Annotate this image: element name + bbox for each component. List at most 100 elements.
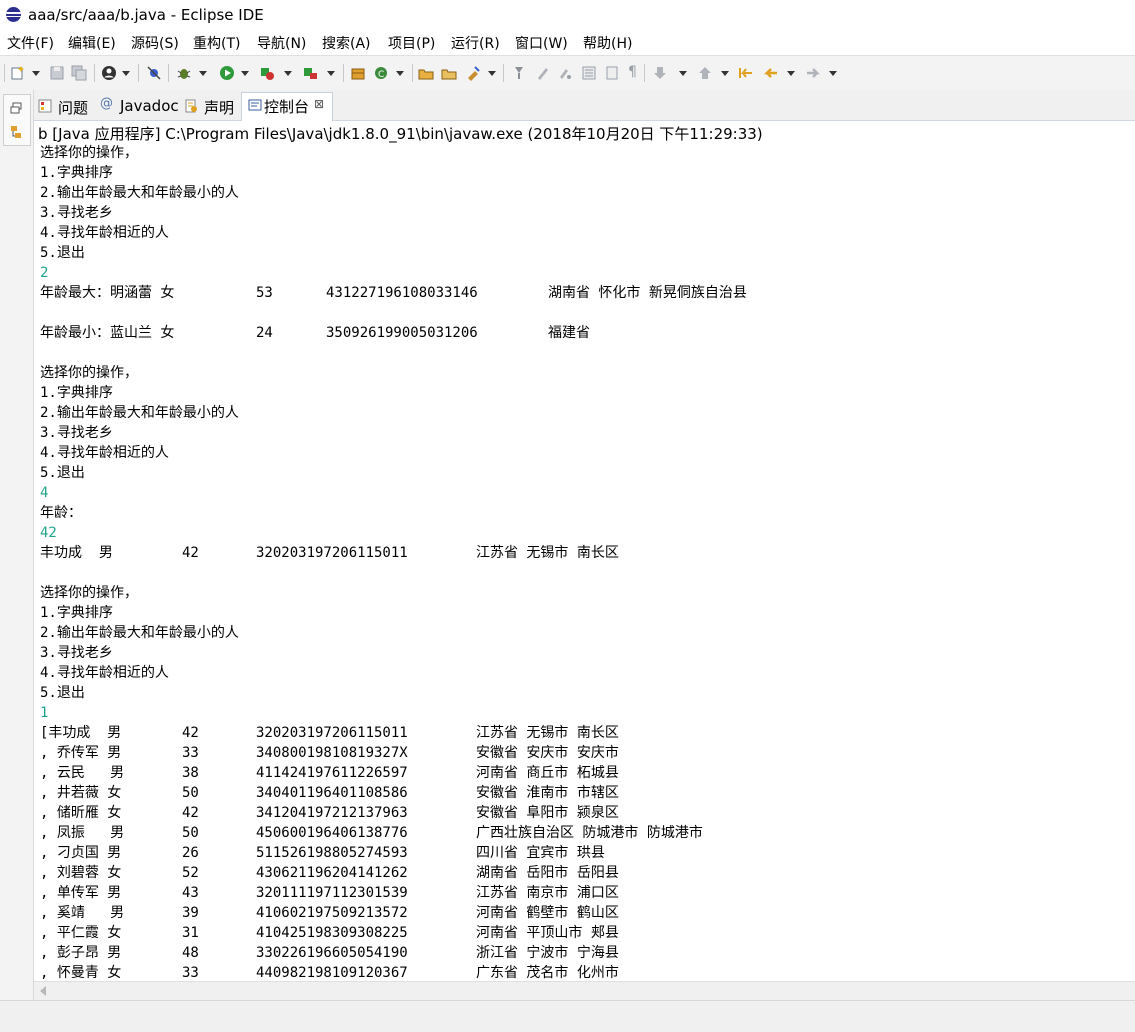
console-region-cell: 湖南省 怀化市 新晃侗族自治县 — [548, 285, 747, 301]
console-line: 3.寻找老乡 — [40, 205, 113, 221]
console-id-cell: 350926199005031206 — [326, 325, 478, 341]
main-toolbar: C ¶ — [0, 55, 1135, 91]
title-bar: aaa/src/aaa/b.java - Eclipse IDE — [0, 0, 1135, 30]
tab-console[interactable]: 控制台 ⊠ — [241, 92, 333, 121]
console-region-cell: 四川省 宜宾市 珙县 — [476, 845, 605, 861]
console-id-cell: 340401196401108586 — [256, 785, 408, 801]
console-name-cell: , 单传军 男 — [40, 885, 122, 901]
prev-annotation-icon[interactable] — [697, 65, 713, 81]
save-all-icon[interactable] — [71, 65, 87, 81]
console-region-cell: 浙江省 宁波市 宁海县 — [476, 945, 619, 961]
console-region-cell: 安徽省 淮南市 市辖区 — [476, 785, 619, 801]
next-annotation-dropdown[interactable] — [679, 71, 687, 76]
forward-dropdown[interactable] — [829, 71, 837, 76]
search-tool-icon[interactable] — [465, 65, 481, 81]
prev-annotation-dropdown[interactable] — [721, 71, 729, 76]
forward-icon[interactable] — [805, 65, 821, 81]
console-region-cell: 江苏省 无锡市 南长区 — [476, 725, 619, 741]
console-name-cell: , 刁贞国 男 — [40, 845, 122, 861]
coverage-icon[interactable] — [259, 65, 275, 81]
block-selection-icon[interactable] — [581, 65, 597, 81]
console-id-cell: 320203197206115011 — [256, 545, 408, 561]
console-id-cell: 410425198309308225 — [256, 925, 408, 941]
next-annotation-icon[interactable] — [652, 65, 668, 81]
menu-refactor[interactable]: 重构(T) — [193, 33, 240, 53]
console-id-cell: 431227196108033146 — [326, 285, 478, 301]
open-task-icon[interactable] — [441, 65, 457, 81]
console-line: 3.寻找老乡 — [40, 645, 113, 661]
console-name-cell: , 彭子昂 男 — [40, 945, 122, 961]
menu-search[interactable]: 搜索(A) — [322, 33, 371, 53]
menu-navigate[interactable]: 导航(N) — [257, 33, 306, 53]
menu-file[interactable]: 文件(F) — [7, 33, 54, 53]
toolbar-separator — [412, 64, 413, 82]
coverage-dropdown[interactable] — [284, 71, 292, 76]
menu-run[interactable]: 运行(R) — [451, 33, 500, 53]
console-region-cell: 安徽省 阜阳市 颍泉区 — [476, 805, 619, 821]
show-whitespace-icon[interactable] — [604, 65, 620, 81]
run-dropdown[interactable] — [241, 71, 249, 76]
user-icon[interactable] — [101, 65, 117, 81]
tab-declaration[interactable]: 声明 — [184, 94, 242, 120]
console-name-cell: , 井若薇 女 — [40, 785, 122, 801]
menu-edit[interactable]: 编辑(E) — [68, 33, 116, 53]
view-tab-bar: 问题 @ Javadoc 声明 控制台 ⊠ — [34, 90, 1135, 121]
pen-icon[interactable] — [535, 65, 551, 81]
mark-occurrences-icon[interactable] — [557, 65, 573, 81]
last-edit-icon[interactable] — [738, 65, 754, 81]
save-icon[interactable] — [49, 65, 65, 81]
back-dropdown[interactable] — [787, 71, 795, 76]
toolbar-separator — [503, 64, 504, 82]
console-age-cell: 50 — [182, 785, 199, 801]
menu-bar: 文件(F) 编辑(E) 源码(S) 重构(T) 导航(N) 搜索(A) 项目(P… — [0, 30, 1135, 54]
debug-dropdown[interactable] — [199, 71, 207, 76]
search-dropdown[interactable] — [488, 71, 496, 76]
scroll-left-icon[interactable] — [40, 986, 46, 996]
skip-breakpoints-icon[interactable] — [146, 65, 162, 81]
console-output[interactable]: 选择你的操作， 1.字典排序 2.输出年龄最大和年龄最小的人 3.寻找老乡 4.寻找年龄… — [34, 143, 1135, 981]
horizontal-scrollbar[interactable] — [34, 981, 1135, 1000]
console-age-cell: 42 — [182, 725, 199, 741]
close-icon[interactable]: ⊠ — [314, 97, 324, 111]
console-age-cell: 48 — [182, 945, 199, 961]
problems-icon — [38, 99, 52, 113]
back-icon[interactable] — [763, 65, 779, 81]
menu-window[interactable]: 窗口(W) — [515, 33, 568, 53]
new-class-dropdown[interactable] — [396, 71, 404, 76]
tab-javadoc[interactable]: @ Javadoc — [100, 94, 179, 120]
console-input-line: 42 — [40, 525, 57, 541]
new-java-package-icon[interactable] — [350, 65, 366, 81]
console-line: 1.字典排序 — [40, 165, 113, 181]
external-tools-dropdown[interactable] — [327, 71, 335, 76]
package-explorer-icon[interactable] — [9, 125, 23, 139]
toolbar-separator — [4, 64, 5, 82]
console-name-cell: , 云民 男 — [40, 765, 125, 781]
console-line: 年龄： — [40, 505, 82, 521]
new-dropdown[interactable] — [32, 71, 40, 76]
console-age-cell: 42 — [182, 805, 199, 821]
console-region-cell: 广西壮族自治区 防城港市 防城港市 — [476, 825, 703, 841]
external-tools-icon[interactable] — [302, 65, 318, 81]
console-age-cell: 31 — [182, 925, 199, 941]
run-icon[interactable] — [219, 65, 235, 81]
console-region-cell: 江苏省 无锡市 南长区 — [476, 545, 619, 561]
user-dropdown[interactable] — [122, 71, 130, 76]
console-line: 5.退出 — [40, 465, 85, 481]
menu-help[interactable]: 帮助(H) — [583, 33, 632, 53]
console-id-cell: 34080019810819327X — [256, 745, 408, 761]
toolbar-separator — [94, 64, 95, 82]
toolbar-separator — [644, 64, 645, 82]
javadoc-icon: @ — [100, 96, 113, 111]
open-type-icon[interactable] — [418, 65, 434, 81]
tab-problems[interactable]: 问题 — [38, 94, 100, 120]
console-name-cell: 年龄最小：蓝山兰 女 — [40, 325, 175, 341]
menu-source[interactable]: 源码(S) — [131, 33, 179, 53]
new-java-class-icon[interactable]: C — [373, 65, 389, 81]
console-id-cell: 341204197212137963 — [256, 805, 408, 821]
menu-project[interactable]: 项目(P) — [388, 33, 435, 53]
new-icon[interactable] — [10, 65, 26, 81]
restore-icon[interactable] — [9, 101, 23, 115]
annotation-icon[interactable] — [511, 65, 527, 81]
debug-icon[interactable] — [176, 65, 192, 81]
pilcrow-icon[interactable]: ¶ — [628, 64, 644, 80]
